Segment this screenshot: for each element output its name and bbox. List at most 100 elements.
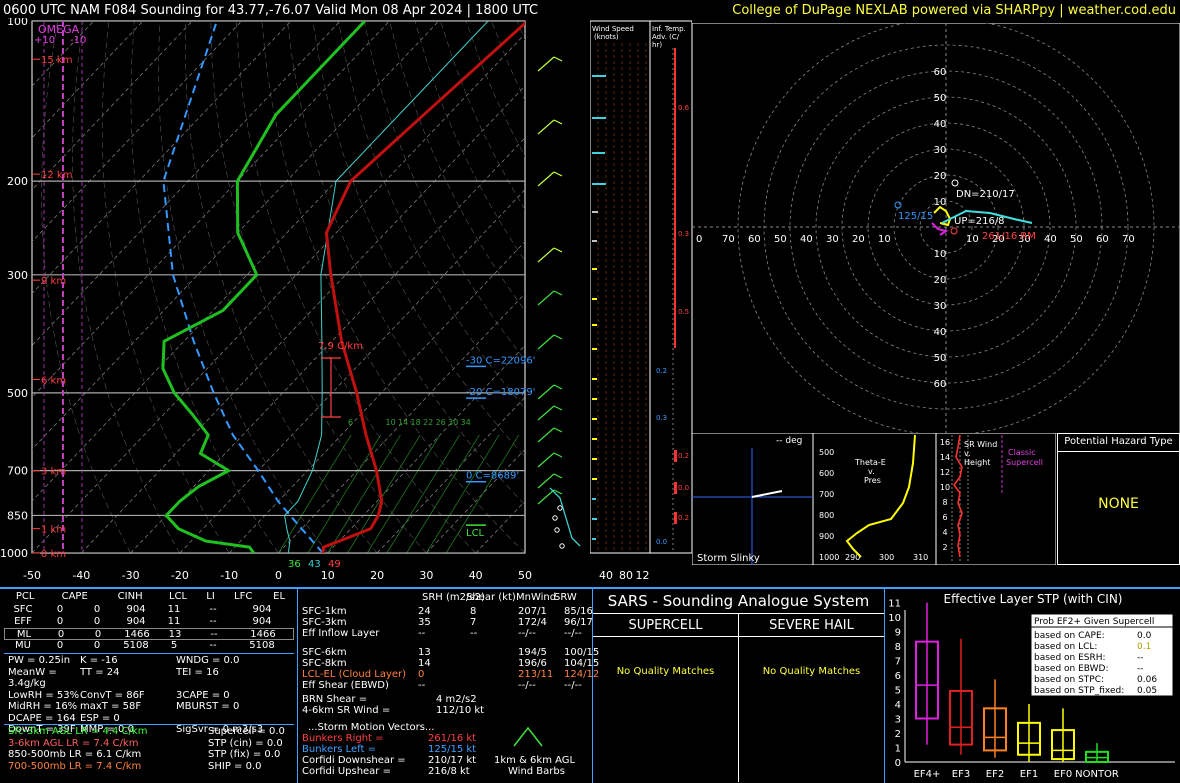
stp-category-label: EF4+: [914, 769, 941, 780]
temp-tick-label: -20: [171, 569, 189, 582]
srwind-y-tick: 6: [942, 513, 947, 522]
srwind-title: v.: [964, 449, 971, 458]
stp-y-tick: 2: [895, 729, 901, 740]
prob-row-value: 0.0: [1137, 631, 1152, 641]
parcel-cell: 0: [93, 616, 101, 627]
srwind-y-tick: 10: [940, 483, 950, 492]
kinematics-value: 194/5: [518, 647, 547, 658]
pressure-tick-label: 850: [7, 509, 28, 522]
credit-text: College of DuPage NEXLAB powered via SHA…: [732, 3, 1176, 18]
kinematics-value: 0: [418, 669, 425, 680]
sars-title: SARS - Sounding Analogue System: [607, 592, 870, 610]
kinematics-value: --/--: [564, 628, 582, 639]
parcel-cell: 5108: [249, 640, 275, 651]
wind-panel-frame: [590, 20, 650, 554]
index-row: MidRH = 16% maxT = 58F MBURST = 0: [8, 701, 298, 713]
wind-speed-bar: [592, 478, 597, 480]
wind-speed-bar: [592, 117, 606, 119]
parcel-row[interactable]: EFF 0 0 904 11 -- 904: [4, 616, 294, 628]
surface-value: 43: [308, 559, 321, 570]
composite-index-value: STP (cin) = 0.0: [208, 737, 283, 749]
kinematics-value: 13: [418, 647, 431, 658]
index-value: ConvT = 86F: [80, 689, 145, 701]
stp-y-tick: 9: [895, 628, 901, 639]
height-label: 9 km: [41, 276, 66, 287]
wind-barb-flag: [553, 473, 563, 479]
wind-speed-bar: [592, 438, 597, 440]
thermo-indices: PW = 0.25in K = -16 WNDG = 0.0 MeanW = 3.4g…: [8, 655, 298, 735]
kinematics-value: 35: [418, 617, 431, 628]
parcel-row[interactable]: MU 0 0 5108 5 -- 5108: [4, 640, 294, 652]
parcel-cell: 0: [56, 640, 64, 651]
index-value: TEI = 16: [176, 666, 219, 678]
thetae-title: Pres: [864, 476, 881, 485]
prob-row-value: 0.06: [1137, 675, 1157, 685]
hazard-type-panel: Potential Hazard Type NONE: [1057, 433, 1180, 565]
srwind-classic: Classic: [1008, 448, 1036, 457]
wind-barb-flag: [553, 56, 563, 62]
dry-adiabat: [568, 21, 590, 553]
mixing-ratio-label: 6: [348, 418, 353, 427]
sars-hail-result: No Quality Matches: [762, 666, 861, 677]
pressure-tick-label: 500: [7, 387, 28, 400]
kinematics-row-label: LCL-EL (Cloud Layer): [302, 669, 407, 680]
sars-supercell-label: SUPERCELL: [628, 618, 703, 633]
mixing-ratio-label: 14: [398, 418, 408, 427]
parcel-row[interactable]: SFC 0 0 904 11 -- 904: [4, 604, 294, 616]
hodo-ring-label: 60: [934, 67, 947, 78]
lapse-rate-label: 7.9 C/km: [318, 341, 363, 352]
srwind-y-tick: 14: [940, 453, 950, 462]
index-row: MeanW = 3.4g/kg TT = 24 TEI = 16: [8, 667, 298, 690]
storm-motion-value: 261/16 kt: [428, 733, 477, 744]
thetae-x-tick: 310: [913, 553, 928, 562]
wind-barb: [537, 334, 555, 350]
index-value: 3CAPE = 0: [176, 689, 230, 701]
brn-value: 4 m2/s2: [436, 694, 477, 705]
srwind-y-tick: 12: [940, 468, 950, 477]
stp-y-tick: 1: [895, 744, 901, 755]
temp-tick-label: 0: [275, 569, 282, 582]
sars-hail-label: SEVERE HAIL: [769, 618, 854, 633]
composite-indices: Supercell = 0.0 STP (cin) = 0.0 STP (fix) …: [208, 726, 298, 772]
inflow-wind-trace: [549, 487, 581, 547]
sars-panel: SARS - Sounding Analogue System SUPERCEL…: [593, 590, 884, 782]
parcel-cell: EFF: [14, 616, 32, 627]
parcel-row[interactable]: ML 0 0 1466 13 -- 1466: [4, 628, 294, 640]
wind-barb: [537, 384, 555, 400]
parcel-cell: ML: [16, 629, 32, 640]
parcel-table: PCL CAPE CINH LCL LI LFC EL: [4, 591, 294, 602]
wind-barb-flag: [553, 119, 563, 125]
wind-barb-flag: [553, 290, 563, 296]
prob-row-label: based on ESRH:: [1034, 653, 1106, 663]
parcel-cell: --: [209, 640, 217, 651]
wind-barb-flag: [553, 171, 563, 177]
stp-y-tick: 8: [895, 642, 901, 653]
parcel-cell: --: [210, 629, 218, 640]
hodo-ring-label: 10: [934, 249, 947, 260]
skewt-chart: 100 200 300 500 700 850 1000 -50 -40 -30 -20 -10 0 10…: [0, 18, 590, 582]
kinematics-value: 24: [418, 606, 431, 617]
prob-row-label: based on EBWD:: [1034, 664, 1109, 674]
srwind-y-tick: 2: [942, 543, 947, 552]
temp-advection-panel: Inf. Temp.Adv. (C/hr) 0.6 0.3 0.5 0.2 0.3 0.2 0…: [650, 20, 692, 554]
wind-barb: [537, 427, 555, 443]
parcel-cell: MU: [15, 640, 31, 651]
parcel-cell: 13: [168, 629, 182, 640]
prob-row-label: based on CAPE:: [1034, 631, 1105, 641]
hazard-title: Potential Hazard Type: [1064, 436, 1173, 447]
pressure-tick-label: 200: [7, 175, 28, 188]
mixing-ratio-label: 18: [411, 418, 421, 427]
wind-barb: [537, 405, 555, 421]
prob-row-value: 0.05: [1137, 686, 1157, 696]
adv-value: 0.3: [656, 414, 667, 422]
wind-barb: [537, 119, 555, 135]
sars-supercell-result: No Quality Matches: [616, 666, 715, 677]
temp-tick-label: 50: [518, 569, 532, 582]
index-value: MidRH = 16%: [8, 701, 78, 712]
parcel-cell: --: [209, 616, 217, 627]
temp-tick-label: -50: [23, 569, 41, 582]
parcel-cell: 904: [126, 604, 146, 615]
thetae-title: Theta-E: [854, 458, 886, 467]
pressure-tick-label: 300: [7, 269, 28, 282]
storm-slinky-panel: -- deg Storm Slinky: [692, 433, 813, 565]
